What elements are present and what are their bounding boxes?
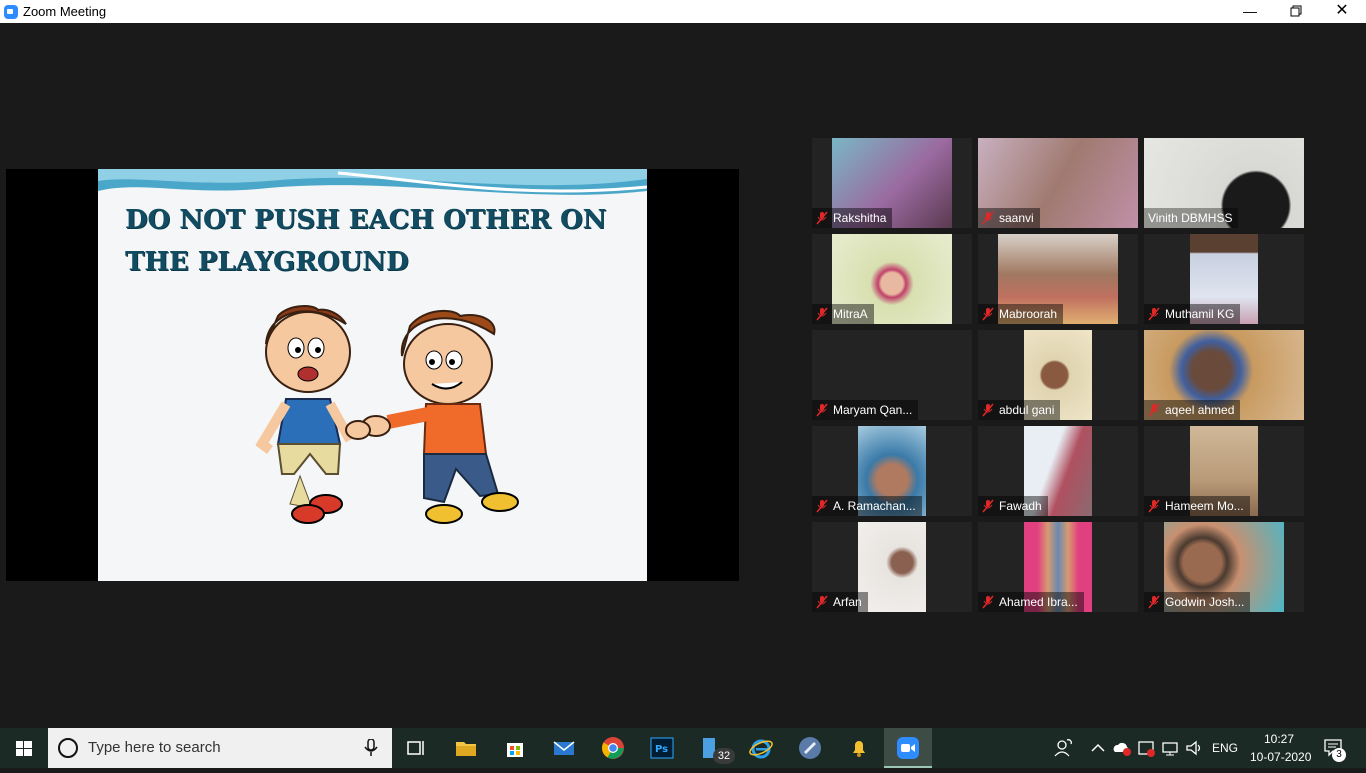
boys-pushing-illustration <box>255 305 519 524</box>
minimize-button[interactable]: — <box>1227 0 1273 23</box>
search-placeholder: Type here to search <box>88 739 221 756</box>
participant-name: Fawadh <box>999 499 1042 513</box>
participant-name: Rakshitha <box>833 211 887 225</box>
network-icon[interactable] <box>1160 736 1180 760</box>
participant-tile[interactable]: aqeel ahmed <box>1144 330 1304 420</box>
internet-explorer-icon[interactable] <box>749 736 773 760</box>
close-button[interactable]: ✕ <box>1319 0 1365 23</box>
mic-muted-icon <box>1148 307 1160 321</box>
participant-video <box>858 522 926 612</box>
security-warning-icon[interactable] <box>1136 736 1156 760</box>
file-explorer-icon[interactable] <box>454 736 478 760</box>
zoom-icon <box>897 737 919 759</box>
microsoft-store-icon[interactable] <box>503 736 527 760</box>
title-bar: Zoom Meeting — ✕ <box>0 0 1366 23</box>
participant-name: Vinith DBMHSS <box>1148 211 1233 225</box>
task-view-icon[interactable] <box>404 736 428 760</box>
chrome-icon[interactable] <box>601 736 625 760</box>
clock-time[interactable]: 10:27 <box>1264 732 1294 746</box>
windows-logo-icon <box>16 741 32 756</box>
mic-muted-icon <box>982 499 994 513</box>
shared-screen[interactable]: DO NOT PUSH EACH OTHER ON THE PLAYGROUND <box>6 169 739 581</box>
restore-icon <box>1290 5 1302 17</box>
mic-muted-icon <box>816 499 828 513</box>
people-icon[interactable] <box>1052 736 1076 760</box>
participant-tile[interactable]: Ahamed Ibra... <box>978 522 1138 612</box>
window-title: Zoom Meeting <box>23 4 107 19</box>
participant-tile[interactable]: Arfan <box>812 522 972 612</box>
restore-button[interactable] <box>1273 0 1319 23</box>
participant-tile[interactable]: Mabroorah <box>978 234 1138 324</box>
notification-bell-app-icon[interactable] <box>847 736 871 760</box>
taskbar-search-box[interactable]: Type here to search <box>48 728 392 768</box>
onedrive-error-icon[interactable] <box>1112 736 1132 760</box>
participant-name: Godwin Josh... <box>1165 595 1245 609</box>
windows-taskbar: Type here to search Ps 32 ENG 10:27 10-0… <box>0 728 1366 768</box>
participant-tile[interactable]: abdul gani <box>978 330 1138 420</box>
zoom-app-icon <box>4 5 18 19</box>
photoshop-icon[interactable]: Ps <box>650 736 674 760</box>
mic-muted-icon <box>816 403 828 417</box>
participant-name: abdul gani <box>999 403 1055 417</box>
participant-name: Arfan <box>833 595 862 609</box>
mail-icon[interactable] <box>552 736 576 760</box>
participant-name: Mabroorah <box>999 307 1058 321</box>
mic-muted-icon <box>816 211 828 225</box>
svg-text:Ps: Ps <box>655 744 668 755</box>
presentation-slide: DO NOT PUSH EACH OTHER ON THE PLAYGROUND <box>98 169 647 581</box>
participant-tile[interactable]: Rakshitha <box>812 138 972 228</box>
participant-tile[interactable]: Godwin Josh... <box>1144 522 1304 612</box>
participant-name: Hameem Mo... <box>1165 499 1244 513</box>
participant-tile[interactable]: Muthamil KG <box>1144 234 1304 324</box>
mic-muted-icon <box>982 307 994 321</box>
app-shortcut-icon[interactable] <box>798 736 822 760</box>
start-button[interactable] <box>0 728 48 768</box>
mic-muted-icon <box>982 595 994 609</box>
participant-tile[interactable]: A. Ramachan... <box>812 426 972 516</box>
participant-name: aqeel ahmed <box>1165 403 1235 417</box>
participant-name: A. Ramachan... <box>833 499 916 513</box>
mic-muted-icon <box>982 403 994 417</box>
participant-name: MitraA <box>833 307 868 321</box>
slide-title: DO NOT PUSH EACH OTHER ON THE PLAYGROUND <box>125 205 607 277</box>
participant-tile[interactable]: Fawadh <box>978 426 1138 516</box>
participant-name: saanvi <box>999 211 1034 225</box>
mic-muted-icon <box>816 307 828 321</box>
participant-name: Ahamed Ibra... <box>999 595 1078 609</box>
participant-tile[interactable]: Hameem Mo... <box>1144 426 1304 516</box>
participant-tile[interactable]: Vinith DBMHSS <box>1144 138 1304 228</box>
participant-tile[interactable]: Maryam Qan... <box>812 330 972 420</box>
mic-muted-icon <box>1148 403 1160 417</box>
mic-muted-icon <box>816 595 828 609</box>
zoom-taskbar-button[interactable] <box>884 728 932 768</box>
participant-tile[interactable]: MitraA <box>812 234 972 324</box>
volume-icon[interactable] <box>1184 736 1204 760</box>
participant-name: Muthamil KG <box>1165 307 1235 321</box>
mic-muted-icon <box>1148 499 1160 513</box>
cortana-icon <box>58 738 78 758</box>
language-indicator[interactable]: ENG <box>1212 741 1238 755</box>
app-badge: 32 <box>713 748 735 764</box>
notification-badge: 3 <box>1332 748 1346 762</box>
microphone-icon[interactable] <box>364 739 378 757</box>
participant-tile[interactable]: saanvi <box>978 138 1138 228</box>
clock-date[interactable]: 10-07-2020 <box>1250 750 1311 764</box>
participant-name: Maryam Qan... <box>833 403 913 417</box>
chevron-up-icon[interactable] <box>1088 736 1108 760</box>
mic-muted-icon <box>1148 595 1160 609</box>
mic-muted-icon <box>982 211 994 225</box>
